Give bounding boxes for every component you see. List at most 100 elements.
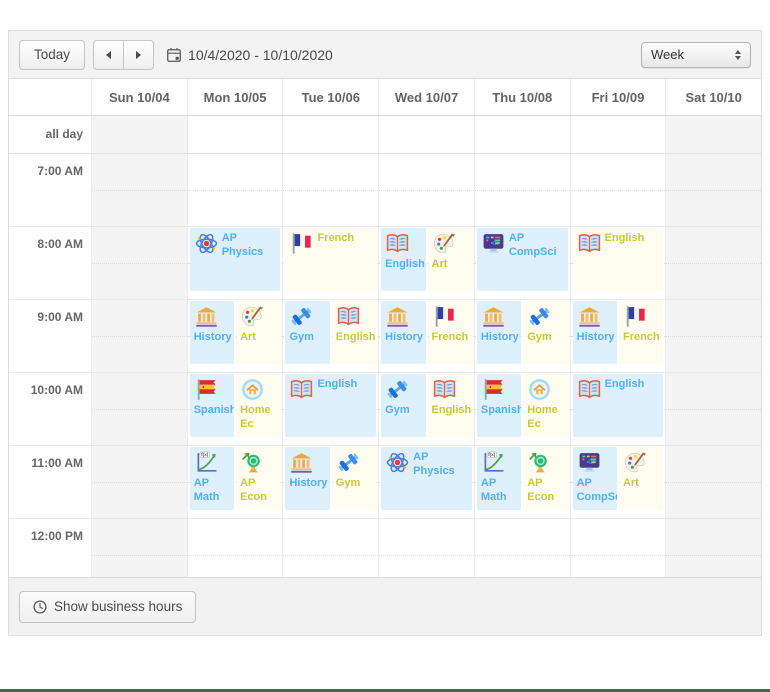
hour-cell[interactable] bbox=[91, 227, 187, 299]
event-gym[interactable]: Gym bbox=[285, 301, 329, 364]
prev-week-button[interactable] bbox=[93, 40, 124, 70]
hour-cell[interactable] bbox=[665, 446, 761, 518]
today-button[interactable]: Today bbox=[19, 40, 85, 70]
hour-cell[interactable] bbox=[91, 154, 187, 226]
hour-cell[interactable]: HistoryFrench bbox=[570, 300, 666, 372]
hour-cell[interactable]: f(x)AP MathAP Econ bbox=[474, 446, 570, 518]
hour-cell[interactable]: AP Physics bbox=[378, 446, 474, 518]
hour-cell[interactable] bbox=[187, 519, 283, 577]
event-english[interactable]: English bbox=[428, 374, 472, 437]
event-ap-math[interactable]: f(x)AP Math bbox=[477, 447, 521, 510]
hour-cell[interactable]: French bbox=[282, 227, 378, 299]
events-container: AP Physics bbox=[190, 228, 281, 291]
show-business-hours-button[interactable]: Show business hours bbox=[19, 591, 196, 623]
hour-cell[interactable]: Gym English bbox=[378, 373, 474, 445]
event-english[interactable]: English bbox=[381, 228, 425, 291]
event-history[interactable]: History bbox=[381, 301, 425, 364]
all-day-cell[interactable] bbox=[474, 116, 570, 153]
hour-cell[interactable] bbox=[665, 227, 761, 299]
svg-text:</>: </> bbox=[491, 240, 501, 247]
hour-cell[interactable] bbox=[665, 154, 761, 226]
event-french[interactable]: French bbox=[285, 228, 376, 291]
event-art[interactable]: Art bbox=[428, 228, 472, 291]
all-day-cell[interactable] bbox=[570, 116, 666, 153]
hour-cell[interactable]: HistoryGym bbox=[474, 300, 570, 372]
hour-cell[interactable] bbox=[570, 519, 666, 577]
hour-cell[interactable] bbox=[91, 373, 187, 445]
event-french[interactable]: French bbox=[428, 301, 472, 364]
event-home-ec[interactable]: Home Ec bbox=[236, 374, 280, 437]
hour-cell[interactable]: EnglishArt bbox=[378, 227, 474, 299]
all-day-cell[interactable] bbox=[378, 116, 474, 153]
all-day-cell[interactable] bbox=[187, 116, 283, 153]
event-ap-econ[interactable]: AP Econ bbox=[523, 447, 567, 510]
event-history[interactable]: History bbox=[190, 301, 234, 364]
event-history[interactable]: History bbox=[573, 301, 617, 364]
event-spanish[interactable]: Spanish bbox=[190, 374, 234, 437]
event-ap-physics[interactable]: AP Physics bbox=[190, 228, 281, 291]
hour-cell[interactable] bbox=[91, 300, 187, 372]
event-ap-math[interactable]: f(x)AP Math bbox=[190, 447, 234, 510]
dumbbell-icon bbox=[336, 450, 361, 475]
hour-cell[interactable] bbox=[474, 519, 570, 577]
event-spanish[interactable]: Spanish bbox=[477, 374, 521, 437]
events-container: English bbox=[573, 374, 664, 437]
hour-cell[interactable]: </>AP CompSci bbox=[474, 227, 570, 299]
hour-cell[interactable] bbox=[378, 154, 474, 226]
hour-cell[interactable]: SpanishHome Ec bbox=[474, 373, 570, 445]
hour-cell[interactable] bbox=[282, 154, 378, 226]
event-gym[interactable]: Gym bbox=[332, 447, 376, 510]
art-palette-icon bbox=[623, 450, 648, 475]
event-english[interactable]: English bbox=[573, 374, 664, 437]
hour-cell[interactable]: AP Physics bbox=[187, 227, 283, 299]
event-gym[interactable]: Gym bbox=[523, 301, 567, 364]
hour-cell[interactable] bbox=[665, 519, 761, 577]
all-day-cell[interactable] bbox=[91, 116, 187, 153]
hour-cell[interactable]: f(x)AP MathAP Econ bbox=[187, 446, 283, 518]
event-title: English bbox=[432, 404, 472, 416]
hour-cell[interactable]: HistoryGym bbox=[282, 446, 378, 518]
event-ap-compsci[interactable]: </>AP CompSci bbox=[573, 447, 617, 510]
event-home-ec[interactable]: Home Ec bbox=[523, 374, 567, 437]
hour-cell[interactable]: SpanishHome Ec bbox=[187, 373, 283, 445]
hour-cell[interactable]: HistoryFrench bbox=[378, 300, 474, 372]
event-french[interactable]: French bbox=[619, 301, 663, 364]
hour-cell[interactable] bbox=[474, 154, 570, 226]
event-english[interactable]: English bbox=[573, 228, 664, 291]
hour-cell[interactable]: English bbox=[282, 373, 378, 445]
hour-cell[interactable] bbox=[665, 373, 761, 445]
events-container: AP Physics bbox=[381, 447, 472, 510]
event-gym[interactable]: Gym bbox=[381, 374, 425, 437]
hour-cell[interactable] bbox=[187, 154, 283, 226]
event-history[interactable]: History bbox=[477, 301, 521, 364]
hour-cell[interactable]: English bbox=[570, 227, 666, 299]
hour-cell[interactable] bbox=[570, 154, 666, 226]
all-day-cell[interactable] bbox=[665, 116, 761, 153]
hour-cell[interactable] bbox=[91, 519, 187, 577]
time-label: 11:00 AM bbox=[9, 446, 91, 518]
hour-cell[interactable]: English bbox=[570, 373, 666, 445]
day-header: Sun 10/04 bbox=[91, 79, 187, 115]
hour-cell[interactable] bbox=[665, 300, 761, 372]
next-week-button[interactable] bbox=[123, 40, 154, 70]
time-label: 10:00 AM bbox=[9, 373, 91, 445]
dumbbell-icon bbox=[527, 304, 552, 329]
event-art[interactable]: Art bbox=[619, 447, 663, 510]
event-title: AP Econ bbox=[527, 477, 554, 503]
hour-cell[interactable] bbox=[91, 446, 187, 518]
event-english[interactable]: English bbox=[285, 374, 376, 437]
date-range-picker[interactable]: 10/4/2020 - 10/10/2020 bbox=[166, 47, 333, 63]
event-history[interactable]: History bbox=[285, 447, 329, 510]
event-english[interactable]: English bbox=[332, 301, 376, 364]
event-art[interactable]: Art bbox=[236, 301, 280, 364]
event-ap-econ[interactable]: AP Econ bbox=[236, 447, 280, 510]
hour-cell[interactable]: GymEnglish bbox=[282, 300, 378, 372]
view-selector-dropdown[interactable]: Week bbox=[641, 42, 751, 68]
hour-cell[interactable]: </>AP CompSciArt bbox=[570, 446, 666, 518]
event-ap-physics[interactable]: AP Physics bbox=[381, 447, 472, 510]
hour-cell[interactable]: HistoryArt bbox=[187, 300, 283, 372]
event-ap-compsci[interactable]: </>AP CompSci bbox=[477, 228, 568, 291]
all-day-cell[interactable] bbox=[282, 116, 378, 153]
hour-cell[interactable] bbox=[282, 519, 378, 577]
hour-cell[interactable] bbox=[378, 519, 474, 577]
